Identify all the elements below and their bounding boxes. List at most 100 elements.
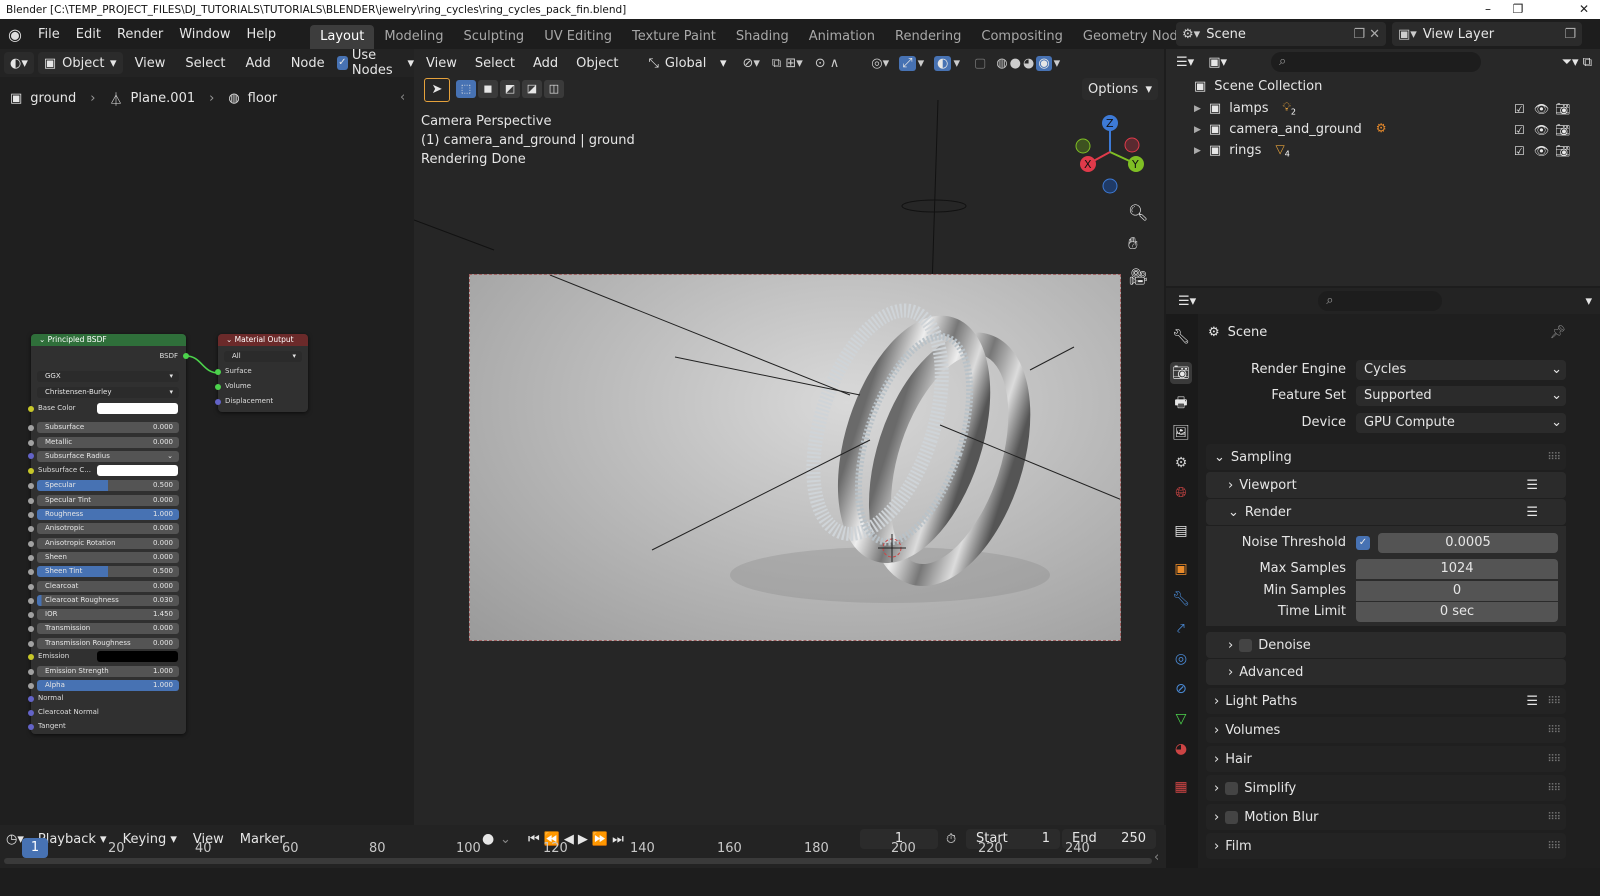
bsdf-property-slider[interactable]: IOR 1.450	[37, 609, 179, 620]
min-samples-field[interactable]: 0	[1356, 581, 1558, 601]
sampling-panel-header[interactable]: ⌄ Sampling ⠿⠿	[1206, 444, 1566, 470]
input-socket[interactable]	[28, 440, 34, 446]
breadcrumb-material[interactable]: floor	[248, 91, 277, 106]
denoise-checkbox[interactable]	[1239, 638, 1253, 652]
maximize-button[interactable]: ❐	[1506, 0, 1530, 19]
input-socket[interactable]	[28, 425, 34, 431]
bsdf-property-slider[interactable]: Roughness 1.000	[37, 509, 179, 520]
device-dropdown[interactable]: GPU Compute ⌄	[1356, 413, 1566, 433]
render-tab-icon[interactable]: 📷︎	[1170, 362, 1192, 384]
collapse-sidebar-icon[interactable]: ‹	[400, 90, 405, 105]
options-dropdown[interactable]: Options ▾	[1082, 78, 1158, 100]
gizmo-dropdown-icon[interactable]: ▾	[918, 56, 925, 71]
particles-tab-icon[interactable]: ⤤	[1170, 618, 1192, 640]
new-view-layer-icon[interactable]: ❐	[1564, 27, 1582, 42]
input-socket[interactable]	[28, 724, 34, 730]
view-layer-tab-icon[interactable]: 🖼︎	[1170, 422, 1192, 444]
filter-icon[interactable]: ⏷▾ ⧉	[1562, 55, 1600, 70]
render-subpanel-header[interactable]: ⌄ Render ☰	[1206, 499, 1566, 525]
scene-collection-row[interactable]: ▣ Scene Collection	[1180, 76, 1322, 97]
properties-search-input[interactable]: ⌕	[1318, 291, 1443, 311]
exclude-checkbox-icon[interactable]: ☑	[1514, 102, 1525, 116]
outliner-editor-icon[interactable]: ☰▾	[1170, 55, 1200, 70]
bsdf-property-slider[interactable]: Specular Tint 0.000	[37, 495, 179, 506]
record-dropdown-icon[interactable]: ⌄	[500, 832, 511, 847]
render-engine-dropdown[interactable]: Cycles ⌄	[1356, 360, 1566, 380]
workspace-tab[interactable]: Shading	[726, 25, 799, 49]
material-tab-icon[interactable]: ◕	[1170, 738, 1192, 760]
simplify-checkbox[interactable]	[1225, 781, 1239, 795]
input-socket[interactable]	[28, 654, 34, 660]
hair-panel-header[interactable]: › Hair ⠿⠿	[1206, 746, 1566, 772]
menu-help[interactable]: Help	[239, 27, 285, 42]
volume-socket[interactable]	[215, 384, 221, 390]
exclude-checkbox-icon[interactable]: ☑	[1514, 123, 1525, 137]
noise-threshold-checkbox[interactable]: ✓	[1356, 536, 1370, 550]
pan-hand-icon[interactable]: ✋︎	[1128, 234, 1138, 254]
breadcrumb-mesh[interactable]: Plane.001	[131, 91, 196, 106]
select-invert-icon[interactable]: ◪	[522, 80, 542, 98]
displacement-socket[interactable]	[215, 399, 221, 405]
input-socket[interactable]	[28, 555, 34, 561]
input-socket[interactable]	[28, 453, 34, 459]
input-socket[interactable]	[28, 483, 34, 489]
bsdf-node-header[interactable]: ⌄ Principled BSDF	[31, 334, 186, 346]
breadcrumb-object[interactable]: ground	[30, 91, 76, 106]
advanced-subpanel-header[interactable]: › Advanced	[1206, 659, 1566, 685]
bsdf-property-slider[interactable]: Anisotropic Rotation 0.000	[37, 538, 179, 549]
bsdf-property-slider[interactable]: Emission Strength 1.000	[37, 666, 179, 677]
expand-arrow-icon[interactable]: ▶	[1194, 146, 1201, 156]
bsdf-property-slider[interactable]: Metallic 0.000	[37, 437, 179, 448]
select-tool-icon[interactable]: ➤	[424, 78, 450, 102]
node-menu-add[interactable]: Add	[238, 56, 279, 71]
input-socket[interactable]	[28, 696, 34, 702]
world-tab-icon[interactable]: 🌐︎	[1170, 482, 1192, 504]
node-menu-select[interactable]: Select	[177, 56, 233, 71]
input-socket[interactable]	[28, 498, 34, 504]
timeline-scrollbar[interactable]	[4, 858, 1152, 864]
camera-view-icon[interactable]: 🎥︎	[1128, 267, 1148, 286]
collapse-timeline-icon[interactable]: ‹	[1154, 850, 1159, 865]
gizmo-toggle-icon[interactable]: ⤢	[899, 55, 916, 71]
pivot-icon[interactable]: ⊘▾	[742, 56, 759, 71]
outliner-search-input[interactable]: ⌕	[1271, 52, 1481, 72]
pin-icon[interactable]: 📌︎	[1549, 325, 1566, 340]
film-panel-header[interactable]: › Film ⠿⠿	[1206, 833, 1566, 859]
keying-menu[interactable]: Keying ▾	[115, 832, 185, 847]
bsdf-property-slider[interactable]: Anisotropic 0.000	[37, 523, 179, 534]
eye-icon[interactable]: 👁︎	[1534, 123, 1549, 137]
record-icon[interactable]: ●	[482, 831, 494, 847]
input-socket[interactable]	[28, 710, 34, 716]
wireframe-shading-icon[interactable]: ◍	[996, 56, 1007, 71]
subsurface-radius-field[interactable]: Subsurface Radius ⌄	[37, 451, 179, 462]
node-menu-node[interactable]: Node	[283, 56, 333, 71]
viewport-menu-view[interactable]: View	[418, 56, 465, 71]
outliner-collection-row[interactable]: ▶ ▣ camera_and_ground ⚙ ☑ 👁︎ 📷︎	[1180, 119, 1590, 140]
bsdf-property-slider[interactable]: Transmission 0.000	[37, 623, 179, 634]
bsdf-property-slider[interactable]: Transmission Roughness 0.000	[37, 638, 179, 649]
bsdf-property-slider[interactable]: Clearcoat 0.000	[37, 581, 179, 592]
node-menu-view[interactable]: View	[127, 56, 174, 71]
input-socket[interactable]	[28, 569, 34, 575]
outliner-collection-row[interactable]: ▶ ▣ rings ▽4 ☑ 👁︎ 📷︎	[1180, 140, 1590, 161]
blender-logo-icon[interactable]: ◉	[0, 25, 30, 44]
menu-window[interactable]: Window	[171, 27, 238, 42]
workspace-tab[interactable]: Texture Paint	[622, 25, 726, 49]
input-socket[interactable]	[28, 626, 34, 632]
output-tab-icon[interactable]: 🖶︎	[1170, 392, 1192, 414]
collection-name[interactable]: rings	[1229, 143, 1261, 158]
motion-blur-checkbox[interactable]	[1225, 810, 1239, 824]
visibility-icon[interactable]: ◎▾	[871, 56, 889, 71]
select-extend-icon[interactable]: ◼	[478, 80, 498, 98]
current-frame-marker[interactable]: 1	[22, 838, 48, 858]
principled-bsdf-node[interactable]: ⌄ Principled BSDF BSDF GGX ▾ Christensen-…	[28, 334, 189, 734]
bsdf-property-slider[interactable]: Specular 0.500	[37, 480, 179, 491]
modifier-tab-icon[interactable]: 🔧︎	[1170, 588, 1192, 610]
expand-arrow-icon[interactable]: ▶	[1194, 125, 1201, 135]
texture-tab-icon[interactable]: ▦	[1170, 776, 1192, 798]
feature-set-dropdown[interactable]: Supported ⌄	[1356, 386, 1566, 406]
eye-icon[interactable]: 👁︎	[1534, 102, 1549, 116]
input-socket[interactable]	[28, 612, 34, 618]
bsdf-property-slider[interactable]: Alpha 1.000	[37, 680, 179, 691]
input-socket[interactable]	[28, 598, 34, 604]
